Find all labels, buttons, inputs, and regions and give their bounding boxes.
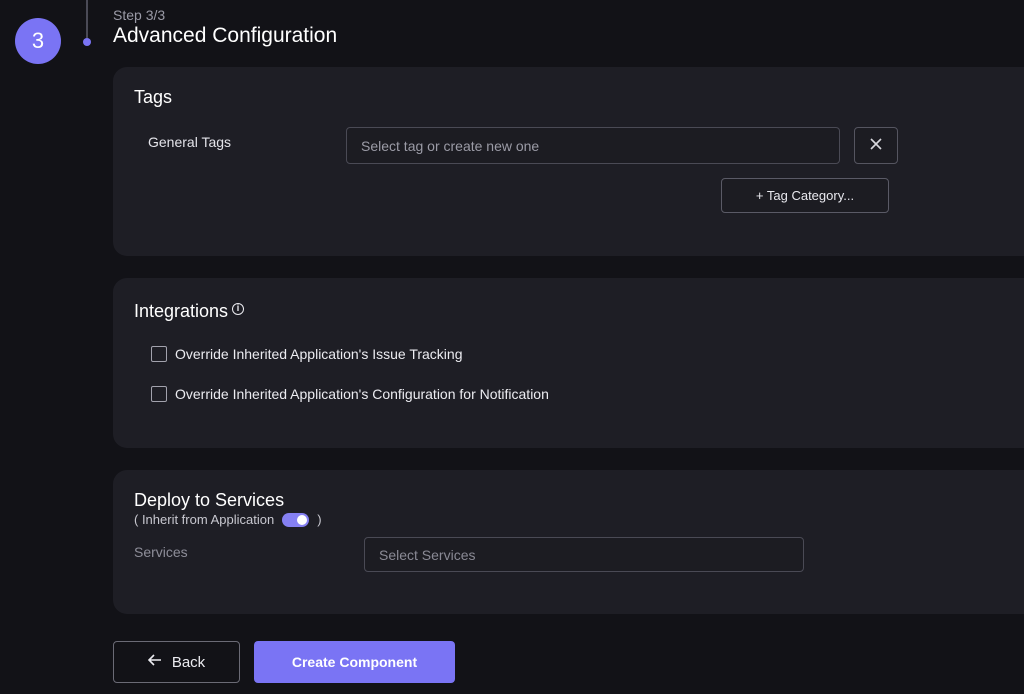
add-tag-category-button[interactable]: + Tag Category... [721, 178, 889, 213]
stepper-dot [83, 38, 91, 46]
inherit-toggle[interactable] [282, 512, 310, 527]
general-tags-input[interactable]: Select tag or create new one [346, 127, 840, 164]
back-button[interactable]: Back [113, 641, 240, 683]
services-label: Services [134, 544, 188, 560]
create-component-button[interactable]: Create Component [254, 641, 455, 683]
general-tags-label: General Tags [148, 134, 232, 150]
tags-section-title: Tags [134, 87, 173, 107]
deploy-card: Deploy to Services ( Inherit from Applic… [113, 470, 1024, 614]
toggle-knob [297, 514, 308, 525]
override-issue-tracking-option[interactable]: Override Inherited Application's Issue T… [151, 346, 463, 362]
inherit-label: ( Inherit from Application [134, 512, 275, 527]
services-select[interactable]: Select Services [364, 537, 804, 572]
inherit-close-paren: ) [317, 512, 322, 527]
integrations-section-title: Integrations i [134, 301, 245, 322]
override-notification-checkbox[interactable] [151, 386, 167, 402]
services-placeholder: Select Services [379, 546, 476, 563]
info-icon[interactable]: i [232, 303, 245, 315]
general-tags-placeholder: Select tag or create new one [361, 137, 540, 154]
back-button-label: Back [171, 653, 206, 671]
page-title: Advanced Configuration [113, 24, 338, 47]
stepper-line [86, 0, 88, 38]
deploy-section-title: Deploy to Services [134, 490, 285, 510]
close-icon [870, 137, 882, 155]
clear-tags-button[interactable] [854, 127, 898, 164]
step-number-badge: 3 [15, 18, 61, 64]
override-issue-tracking-checkbox[interactable] [151, 346, 167, 362]
arrow-left-icon [147, 653, 162, 671]
tags-card: Tags General Tags Select tag or create n… [113, 67, 1024, 256]
override-notification-label: Override Inherited Application's Configu… [175, 386, 549, 402]
integrations-title-text: Integrations [134, 301, 229, 321]
step-subtitle: Step 3/3 [113, 7, 166, 23]
advanced-configuration-page: 3 Step 3/3 Advanced Configuration Tags G… [0, 0, 1024, 694]
inherit-from-application-row: ( Inherit from Application ) [134, 512, 322, 527]
override-issue-tracking-label: Override Inherited Application's Issue T… [175, 346, 463, 362]
override-notification-option[interactable]: Override Inherited Application's Configu… [151, 386, 549, 402]
integrations-card: Integrations i Override Inherited Applica… [113, 278, 1024, 448]
